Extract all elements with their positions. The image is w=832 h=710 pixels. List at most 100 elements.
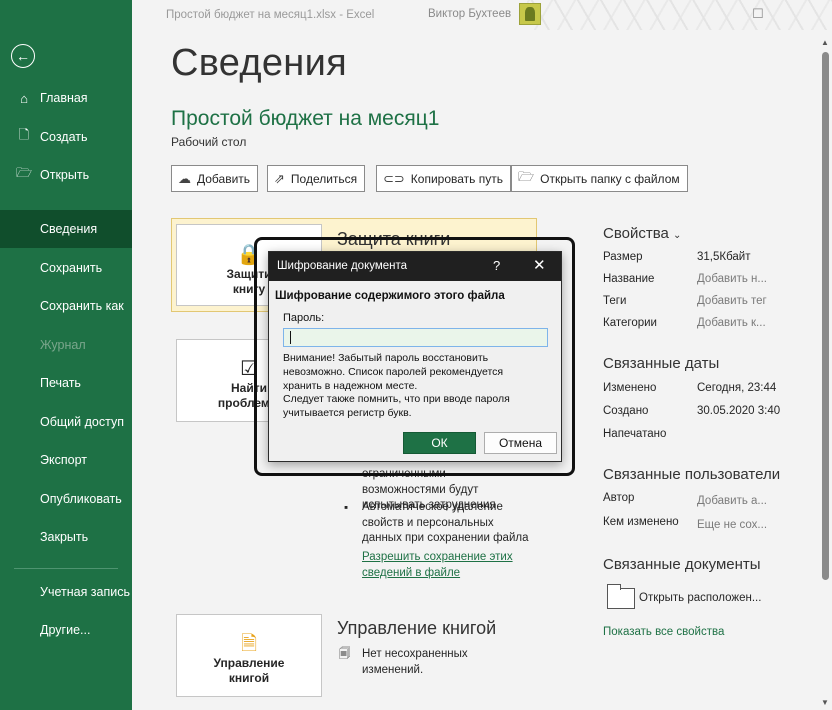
dialog-title: Шифрование документа — [277, 260, 408, 272]
allow-save-link[interactable]: Разрешить сохранение этих сведений в фай… — [362, 549, 513, 581]
scrollbar-thumb[interactable] — [822, 52, 829, 580]
warning-line-2: невозможно. Список паролей рекомендуется — [283, 365, 504, 378]
sidebar-item-label: Опубликовать — [40, 492, 122, 506]
date-value-created: 30.05.2020 3:40 — [697, 405, 781, 417]
date-label-printed: Напечатано — [603, 428, 667, 440]
inspect-bullet-2-line-1: Автоматическое удаление — [362, 501, 503, 513]
related-people-heading: Связанные пользователи — [603, 466, 781, 483]
manage-doc-icon: 🗐 — [339, 648, 351, 660]
file-location: Рабочий стол — [171, 135, 247, 149]
prop-label-title: Название — [603, 273, 655, 285]
show-all-properties-link[interactable]: Показать все свойства — [603, 626, 724, 638]
close-icon[interactable]: ✕ — [533, 256, 546, 274]
sidebar-divider — [14, 568, 118, 569]
backstage-sidebar: ← ⌂ Главная 🗋 Создать 🗁 Открыть Сведения… — [0, 0, 132, 710]
copy-path-button-label: Копировать путь — [410, 171, 503, 186]
date-label-created: Создано — [603, 405, 649, 417]
open-file-location[interactable]: Открыть расположен... — [639, 592, 761, 604]
avatar[interactable] — [519, 3, 541, 25]
manage-status-line-2: изменений. — [362, 663, 424, 676]
help-icon[interactable]: ? — [493, 258, 500, 273]
chevron-down-icon: ⌄ — [673, 230, 682, 241]
sidebar-item-export[interactable]: Экспорт — [0, 441, 132, 479]
restore-icon[interactable]: ☐ — [752, 6, 766, 21]
user-label-author: Автор — [603, 492, 635, 504]
allow-save-link-line-2: сведений в файле — [362, 567, 461, 579]
inspect-bullet-1-line-2: возможностями будут — [362, 483, 479, 496]
sidebar-item-label: Учетная запись — [40, 585, 131, 599]
prop-value-categories[interactable]: Добавить к... — [697, 317, 766, 329]
scroll-down-arrow-icon[interactable]: ▼ — [821, 698, 829, 707]
new-document-icon: 🗋 — [18, 127, 30, 142]
manage-workbook-button[interactable]: 🗎 Управление книгой — [176, 614, 322, 697]
dialog-title-bar: Шифрование документа ? ✕ — [269, 252, 561, 281]
file-name: Простой бюджет на месяц1 — [171, 107, 440, 130]
inspect-bullet-2: Автоматическое удаление свойств и персон… — [362, 500, 528, 547]
open-folder-button-label: Открыть папку с файлом — [540, 171, 680, 186]
related-docs-heading: Связанные документы — [603, 556, 761, 573]
manage-status-text: Нет несохраненных изменений. — [362, 647, 468, 678]
properties-heading[interactable]: Свойства ⌄ — [603, 225, 681, 242]
sidebar-item-home[interactable]: ⌂ Главная — [0, 79, 132, 117]
cloud-upload-icon: ☁ — [178, 170, 191, 186]
prop-value-size: 31,5Кбайт — [697, 251, 751, 263]
sidebar-item-label: Сведения — [40, 222, 98, 236]
date-label-modified: Изменено — [603, 382, 657, 394]
sidebar-item-info[interactable]: Сведения — [0, 210, 132, 248]
copy-path-button[interactable]: ⊂⊃ Копировать путь — [376, 165, 511, 192]
password-label: Пароль: — [283, 312, 325, 324]
sidebar-item-label: Журнал — [40, 338, 86, 352]
allow-save-link-line-1: Разрешить сохранение этих — [362, 551, 513, 563]
title-bar-pattern — [527, 0, 832, 30]
folder-icon — [607, 584, 635, 609]
sidebar-item-save-as[interactable]: Сохранить как — [0, 287, 132, 325]
ok-button[interactable]: ОК — [403, 432, 476, 454]
sidebar-item-label: Открыть — [40, 168, 90, 182]
sidebar-item-open[interactable]: 🗁 Открыть — [0, 156, 132, 194]
sidebar-item-account[interactable]: Учетная запись — [0, 573, 132, 611]
warning-line-1: Внимание! Забытый пароль восстановить — [283, 352, 489, 364]
home-icon: ⌂ — [20, 90, 28, 106]
sidebar-item-new[interactable]: 🗋 Создать — [0, 118, 132, 156]
share-button[interactable]: ⇗ Поделиться — [267, 165, 366, 192]
manage-title: Управление книгой — [337, 618, 497, 638]
sidebar-item-close[interactable]: Закрыть — [0, 518, 132, 556]
sidebar-item-more[interactable]: Другие... — [0, 611, 132, 649]
upload-button[interactable]: ☁ Добавить — [171, 165, 259, 192]
prop-value-tags[interactable]: Добавить тег — [697, 295, 767, 307]
manage-label-2: книгой — [228, 671, 270, 685]
encrypt-document-dialog: Шифрование документа ? ✕ Шифрование соде… — [268, 251, 562, 462]
page-title: Сведения — [171, 42, 347, 84]
dialog-warning: Внимание! Забытый пароль восстановить не… — [283, 352, 553, 421]
sidebar-item-label: Печать — [40, 376, 81, 390]
sidebar-item-label: Экспорт — [40, 453, 87, 467]
warning-line-3: хранить в надежном месте. — [283, 379, 418, 392]
user-value-author[interactable]: Добавить а... — [697, 495, 767, 507]
user-name[interactable]: Виктор Бухтеев — [428, 8, 511, 20]
upload-button-label: Добавить — [197, 171, 251, 186]
share-icon: ⇗ — [274, 170, 285, 186]
sidebar-item-label: Сохранить как — [40, 299, 124, 313]
date-value-modified: Сегодня, 23:44 — [697, 382, 777, 394]
scroll-up-arrow-icon[interactable]: ▲ — [821, 38, 829, 47]
sidebar-item-print[interactable]: Печать — [0, 364, 132, 402]
sidebar-item-label: Главная — [40, 91, 88, 105]
sidebar-item-save[interactable]: Сохранить — [0, 249, 132, 287]
title-bar: Простой бюджет на месяц1.xlsx - Excel Ви… — [132, 0, 832, 30]
sidebar-item-publish[interactable]: Опубликовать — [0, 480, 132, 518]
link-icon: ⊂⊃ — [383, 170, 405, 186]
manage-document-icon: 🗎 — [240, 633, 258, 655]
back-arrow-icon[interactable]: ← — [11, 44, 35, 68]
manage-label-1: Управление — [213, 656, 285, 670]
open-folder-button[interactable]: 🗁 Открыть папку с файлом — [511, 165, 688, 192]
inspect-bullet-2-line-2: свойств и персональных — [362, 516, 494, 529]
password-input[interactable] — [283, 328, 548, 347]
sidebar-item-label: Общий доступ — [40, 415, 124, 429]
warning-line-4: Следует также помнить, что при вводе пар… — [283, 393, 510, 406]
manage-status-line-1: Нет несохраненных — [362, 648, 468, 660]
prop-value-title[interactable]: Добавить н... — [697, 273, 767, 285]
sidebar-item-label: Закрыть — [40, 530, 89, 544]
sidebar-item-share[interactable]: Общий доступ — [0, 403, 132, 441]
sidebar-item-history: Журнал — [0, 326, 132, 364]
cancel-button[interactable]: Отмена — [484, 432, 557, 454]
